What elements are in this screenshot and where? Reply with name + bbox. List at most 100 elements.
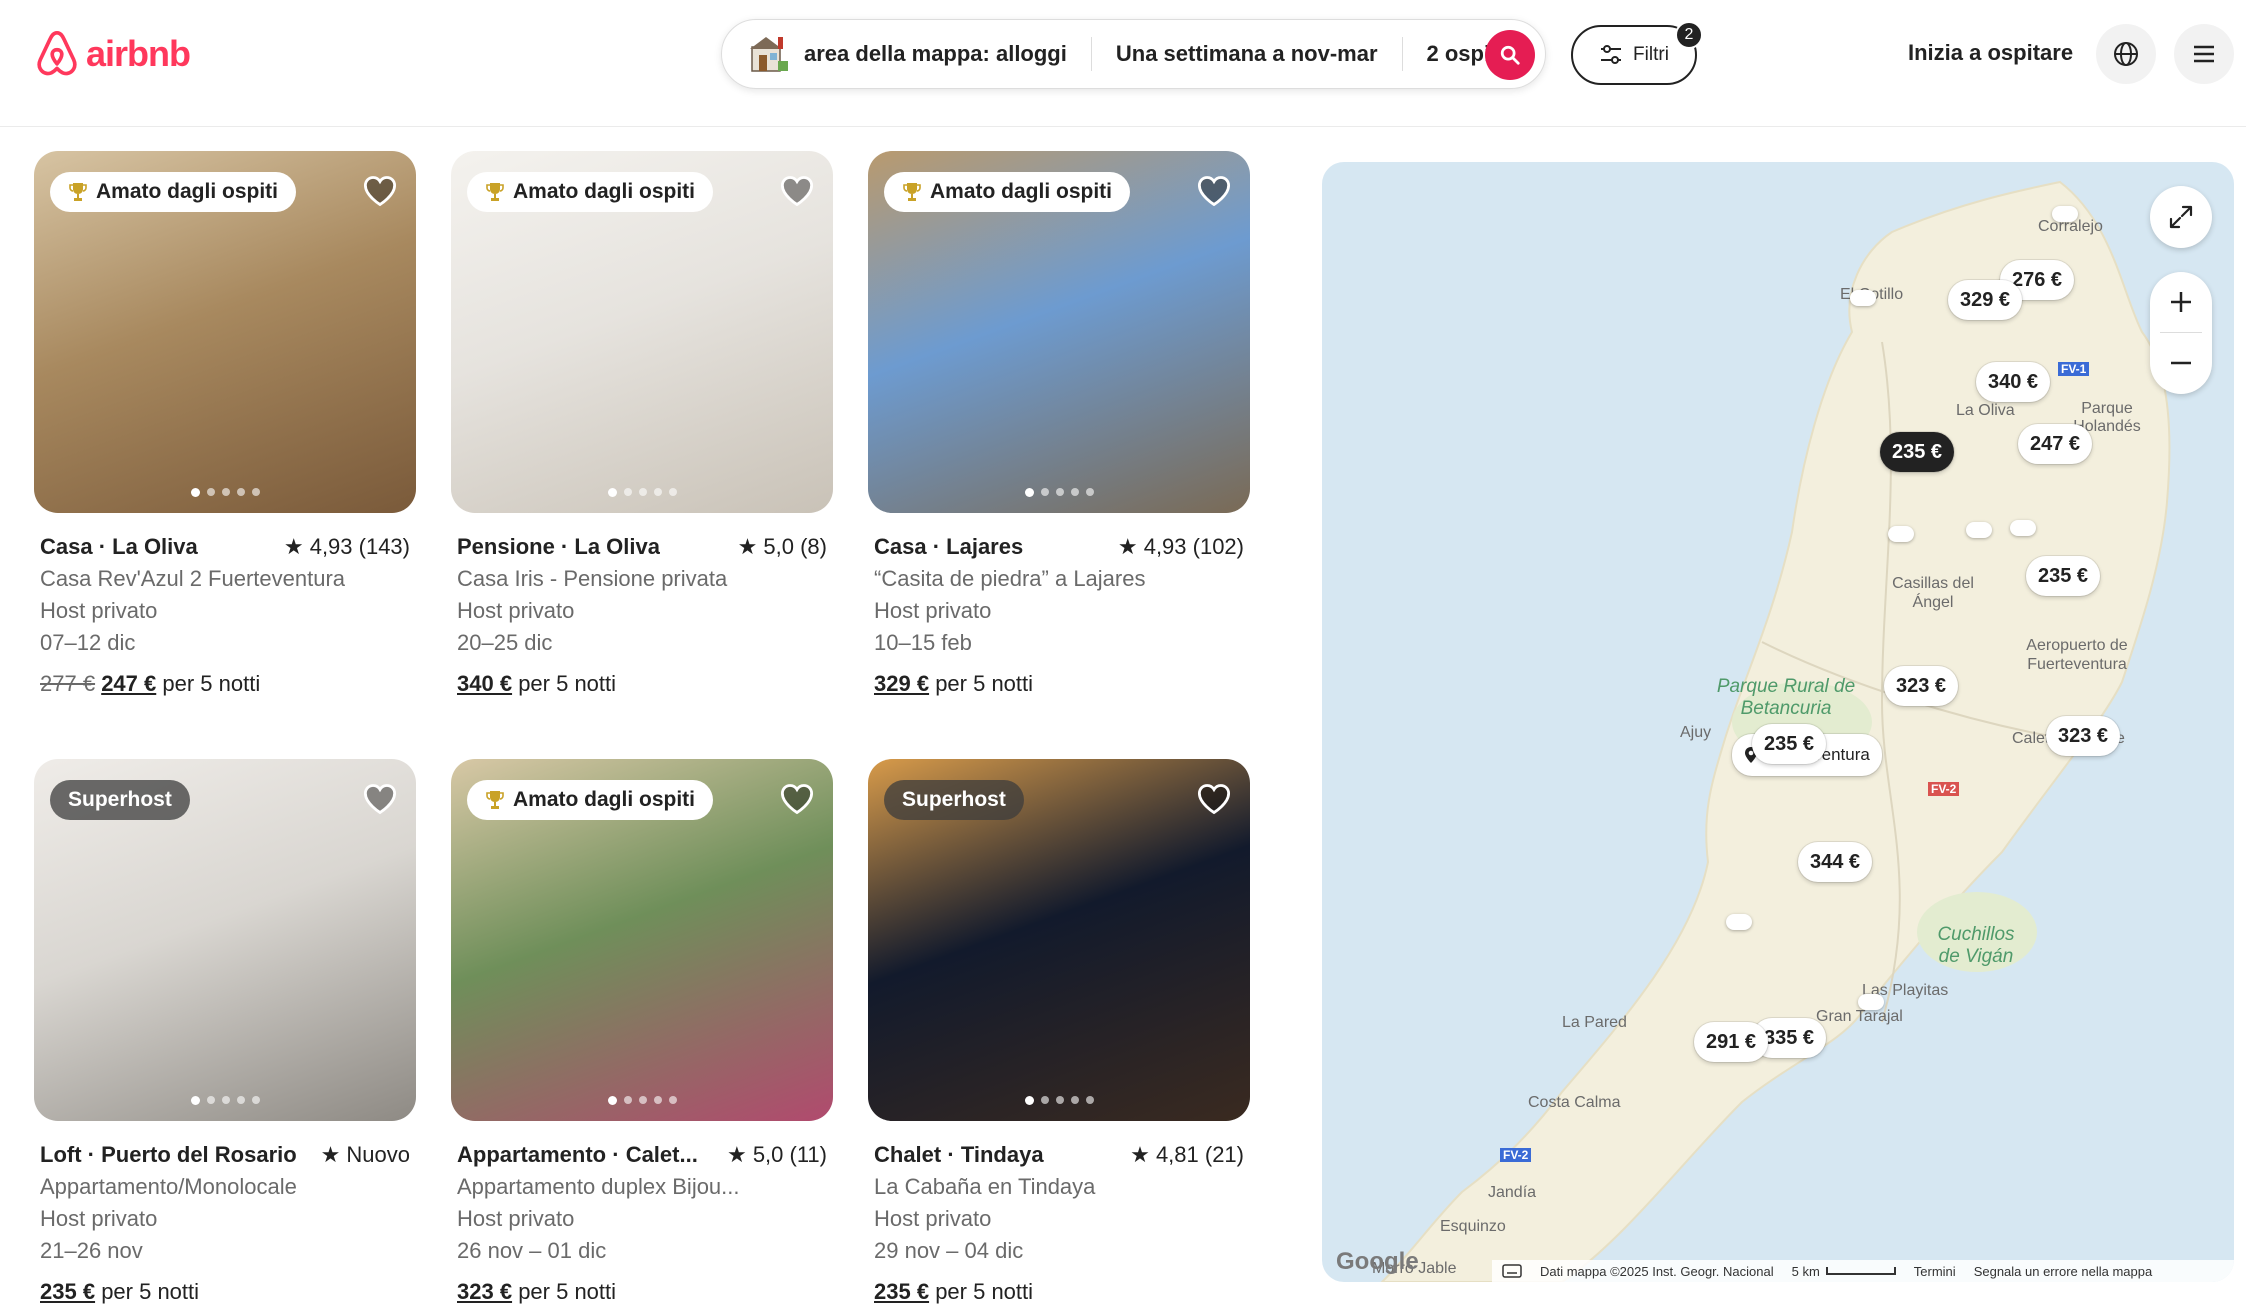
- listing-price[interactable]: 235 € per 5 notti: [40, 1276, 410, 1308]
- current-price: 235 €: [40, 1279, 96, 1304]
- map[interactable]: Corralejo El Cotillo La Oliva Parque Hol…: [1322, 162, 2234, 1282]
- carousel-dot[interactable]: [1085, 1096, 1094, 1104]
- listing-card[interactable]: Superhost Chalet · Tindaya ★ 4,81 (21) L…: [868, 759, 1250, 1308]
- carousel-dot[interactable]: [1024, 1096, 1034, 1105]
- zoom-out-button[interactable]: [2150, 333, 2212, 393]
- listing-photo[interactable]: Amato dagli ospiti: [868, 151, 1250, 513]
- favorite-heart-icon[interactable]: [779, 173, 815, 209]
- listing-price[interactable]: 277 € 247 € per 5 notti: [40, 668, 410, 700]
- map-listing-dot[interactable]: [2052, 206, 2078, 222]
- price-pin[interactable]: 323 €: [1884, 666, 1959, 706]
- favorite-heart-icon[interactable]: [779, 781, 815, 817]
- carousel-dot[interactable]: [251, 1096, 260, 1104]
- price-pin[interactable]: 235 €: [1752, 724, 1827, 764]
- menu-button[interactable]: [2174, 24, 2234, 84]
- carousel-dot[interactable]: [1070, 488, 1079, 496]
- listing-photo[interactable]: Amato dagli ospiti: [451, 759, 833, 1121]
- map-listing-dot[interactable]: [2010, 520, 2036, 536]
- carousel-dot[interactable]: [206, 1096, 215, 1104]
- carousel-dot[interactable]: [190, 488, 200, 497]
- carousel-dot[interactable]: [1024, 488, 1034, 497]
- carousel-dot[interactable]: [236, 488, 245, 496]
- search-location[interactable]: area della mappa: alloggi: [722, 33, 1091, 75]
- listing-photo[interactable]: Amato dagli ospiti: [34, 151, 416, 513]
- favorite-heart-icon[interactable]: [1196, 173, 1232, 209]
- filters-button[interactable]: Filtri 2: [1571, 21, 1703, 85]
- favorite-heart-icon[interactable]: [1196, 781, 1232, 817]
- carousel-dot[interactable]: [236, 1096, 245, 1104]
- carousel-dot[interactable]: [206, 488, 215, 496]
- search-location-text: area della mappa: alloggi: [804, 41, 1067, 66]
- listing-photo[interactable]: Superhost: [868, 759, 1250, 1121]
- price-pin[interactable]: 323 €: [2046, 716, 2121, 756]
- price-pin[interactable]: 329 €: [1948, 280, 2023, 320]
- price-pin[interactable]: 340 €: [1976, 362, 2051, 402]
- listing-photo[interactable]: Amato dagli ospiti: [451, 151, 833, 513]
- carousel-dot[interactable]: [1040, 1096, 1049, 1104]
- carousel-dot[interactable]: [668, 1096, 677, 1104]
- carousel-dot[interactable]: [1055, 1096, 1064, 1104]
- carousel-dot[interactable]: [607, 488, 617, 497]
- listing-rating-value: 4,93 (143): [309, 534, 410, 559]
- photo-carousel-dots[interactable]: [868, 1096, 1250, 1105]
- favorite-heart-icon[interactable]: [362, 173, 398, 209]
- photo-carousel-dots[interactable]: [34, 488, 416, 497]
- photo-carousel-dots[interactable]: [451, 1096, 833, 1105]
- carousel-dot[interactable]: [1040, 488, 1049, 496]
- listing-price[interactable]: 323 € per 5 notti: [457, 1276, 827, 1308]
- original-price: 277 €: [40, 671, 96, 696]
- price-pin[interactable]: 235 €: [2026, 556, 2101, 596]
- listing-card[interactable]: Amato dagli ospiti Casa · Lajares ★ 4,93…: [868, 151, 1250, 700]
- carousel-dot[interactable]: [190, 1096, 200, 1105]
- map-listing-dot[interactable]: [1888, 526, 1914, 542]
- listing-host: Host privato: [457, 598, 575, 623]
- search-dates[interactable]: Una settimana a nov-mar: [1092, 41, 1402, 67]
- map-listing-dot[interactable]: [1966, 522, 1992, 538]
- listing-photo[interactable]: Superhost: [34, 759, 416, 1121]
- listing-card[interactable]: Amato dagli ospiti Appartamento · Calet.…: [451, 759, 833, 1308]
- carousel-dot[interactable]: [1085, 488, 1094, 496]
- favorite-heart-icon[interactable]: [362, 781, 398, 817]
- search-button[interactable]: [1485, 30, 1535, 80]
- photo-carousel-dots[interactable]: [868, 488, 1250, 497]
- map-listing-dot[interactable]: [1858, 994, 1884, 1010]
- listing-card[interactable]: Amato dagli ospiti Pensione · La Oliva ★…: [451, 151, 833, 700]
- listing-badge-label: Amato dagli ospiti: [96, 180, 279, 203]
- carousel-dot[interactable]: [1055, 488, 1064, 496]
- carousel-dot[interactable]: [607, 1096, 617, 1105]
- keyboard-icon[interactable]: [1502, 1264, 1522, 1278]
- listing-card[interactable]: Superhost Loft · Puerto del Rosario ★ Nu…: [34, 759, 416, 1308]
- carousel-dot[interactable]: [653, 488, 662, 496]
- carousel-dot[interactable]: [638, 1096, 647, 1104]
- listing-price[interactable]: 235 € per 5 notti: [874, 1276, 1244, 1308]
- carousel-dot[interactable]: [668, 488, 677, 496]
- map-listing-dot[interactable]: [1850, 290, 1876, 306]
- search-bar[interactable]: area della mappa: alloggi Una settimana …: [721, 19, 1546, 89]
- carousel-dot[interactable]: [623, 488, 632, 496]
- carousel-dot[interactable]: [1070, 1096, 1079, 1104]
- price-pin-selected[interactable]: 235 €: [1880, 432, 1955, 472]
- photo-carousel-dots[interactable]: [34, 1096, 416, 1105]
- map-terms-link[interactable]: Termini: [1914, 1264, 1956, 1279]
- price-pin[interactable]: 291 €: [1694, 1022, 1769, 1062]
- zoom-in-button[interactable]: [2150, 272, 2212, 332]
- photo-carousel-dots[interactable]: [451, 488, 833, 497]
- listing-price[interactable]: 329 € per 5 notti: [874, 668, 1244, 700]
- become-host-link[interactable]: Inizia a ospitare: [1908, 40, 2073, 66]
- price-pin[interactable]: 344 €: [1798, 842, 1873, 882]
- carousel-dot[interactable]: [221, 488, 230, 496]
- carousel-dot[interactable]: [251, 488, 260, 496]
- carousel-dot[interactable]: [653, 1096, 662, 1104]
- listing-card[interactable]: Amato dagli ospiti Casa · La Oliva ★ 4,9…: [34, 151, 416, 700]
- price-pin[interactable]: 247 €: [2018, 424, 2093, 464]
- carousel-dot[interactable]: [623, 1096, 632, 1104]
- airbnb-logo[interactable]: airbnb: [34, 30, 191, 78]
- carousel-dot[interactable]: [638, 488, 647, 496]
- fullscreen-button[interactable]: [2150, 186, 2212, 248]
- map-listing-dot[interactable]: [1726, 914, 1752, 930]
- listing-price[interactable]: 340 € per 5 notti: [457, 668, 827, 700]
- carousel-dot[interactable]: [221, 1096, 230, 1104]
- listing-title: Casa · Lajares: [874, 534, 1024, 559]
- map-report-link[interactable]: Segnala un errore nella mappa: [1974, 1264, 2153, 1279]
- language-button[interactable]: [2096, 24, 2156, 84]
